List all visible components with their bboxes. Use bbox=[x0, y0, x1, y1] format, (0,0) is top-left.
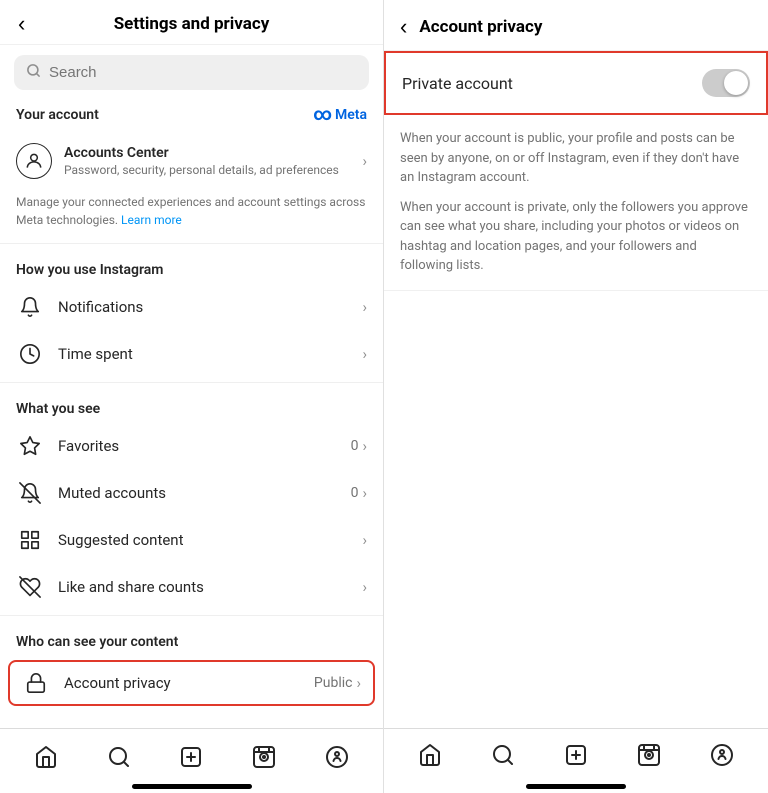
accounts-center-text: Accounts Center Password, security, pers… bbox=[64, 145, 362, 177]
nav-search[interactable] bbox=[95, 733, 143, 781]
meta-infinity-icon: ∞ bbox=[313, 104, 331, 125]
right-home-indicator bbox=[526, 784, 626, 789]
left-panel: ‹ Settings and privacy Your account ∞ Me… bbox=[0, 0, 384, 793]
account-privacy-item[interactable]: Account privacy Public › bbox=[8, 660, 375, 706]
muted-accounts-chevron: › bbox=[362, 484, 367, 502]
notifications-label: Notifications bbox=[58, 298, 362, 316]
muted-accounts-badge: 0 bbox=[351, 485, 359, 501]
favorites-chevron: › bbox=[362, 437, 367, 455]
right-content: Private account When your account is pub… bbox=[384, 51, 768, 728]
like-share-item[interactable]: Like and share counts › bbox=[0, 564, 383, 611]
left-bottom-nav bbox=[0, 728, 383, 784]
favorites-icon bbox=[16, 435, 44, 457]
muted-accounts-label: Muted accounts bbox=[58, 484, 351, 502]
left-content: Your account ∞ Meta Accounts Center Pass… bbox=[0, 45, 383, 728]
private-account-label: Private account bbox=[402, 74, 513, 93]
left-title: Settings and privacy bbox=[114, 14, 270, 34]
account-privacy-chevron: › bbox=[356, 674, 361, 692]
accounts-center-chevron: › bbox=[362, 152, 367, 170]
accounts-center-icon bbox=[16, 143, 52, 179]
meta-logo: ∞ Meta bbox=[313, 104, 367, 125]
suggested-content-chevron: › bbox=[362, 531, 367, 549]
suggested-content-icon bbox=[16, 529, 44, 551]
muted-accounts-item[interactable]: Muted accounts 0 › bbox=[0, 470, 383, 517]
account-privacy-label: Account privacy bbox=[64, 674, 314, 692]
suggested-content-item[interactable]: Suggested content › bbox=[0, 517, 383, 564]
time-spent-item[interactable]: Time spent › bbox=[0, 331, 383, 378]
learn-more-link[interactable]: Learn more bbox=[121, 213, 182, 227]
right-bottom-nav bbox=[384, 728, 768, 784]
who-can-see-label: Who can see your content bbox=[0, 620, 383, 656]
favorites-label: Favorites bbox=[58, 437, 351, 455]
privacy-description-2: When your account is private, only the f… bbox=[400, 198, 752, 276]
manage-text: Manage your connected experiences and ac… bbox=[0, 189, 383, 239]
divider-3 bbox=[0, 615, 383, 616]
notifications-chevron: › bbox=[362, 298, 367, 316]
like-share-icon bbox=[16, 576, 44, 598]
nav-profile[interactable] bbox=[313, 733, 361, 781]
accounts-center-name: Accounts Center bbox=[64, 145, 362, 161]
time-spent-label: Time spent bbox=[58, 345, 362, 363]
muted-accounts-icon bbox=[16, 482, 44, 504]
right-nav-reels[interactable] bbox=[637, 743, 661, 771]
how-you-use-label: How you use Instagram bbox=[0, 248, 383, 284]
left-home-indicator bbox=[132, 784, 252, 789]
accounts-center-subtitle: Password, security, personal details, ad… bbox=[64, 163, 362, 177]
private-account-row: Private account bbox=[384, 51, 768, 115]
your-account-row: Your account ∞ Meta bbox=[0, 100, 383, 133]
account-privacy-icon bbox=[22, 672, 50, 694]
notifications-icon bbox=[16, 296, 44, 318]
left-header: ‹ Settings and privacy bbox=[0, 0, 383, 45]
right-nav-add[interactable] bbox=[564, 743, 588, 771]
right-nav-profile[interactable] bbox=[710, 743, 734, 771]
right-nav-home[interactable] bbox=[418, 743, 442, 771]
like-share-label: Like and share counts bbox=[58, 578, 362, 596]
search-bar[interactable] bbox=[14, 55, 369, 90]
privacy-description-1: When your account is public, your profil… bbox=[400, 129, 752, 188]
favorites-badge: 0 bbox=[351, 438, 359, 454]
search-icon bbox=[26, 63, 41, 82]
left-back-button[interactable]: ‹ bbox=[12, 9, 31, 39]
accounts-center-item[interactable]: Accounts Center Password, security, pers… bbox=[0, 133, 383, 189]
what-you-see-label: What you see bbox=[0, 387, 383, 423]
nav-reels[interactable] bbox=[240, 733, 288, 781]
privacy-description: When your account is public, your profil… bbox=[384, 115, 768, 291]
divider-1 bbox=[0, 243, 383, 244]
like-share-chevron: › bbox=[362, 578, 367, 596]
divider-2 bbox=[0, 382, 383, 383]
favorites-item[interactable]: Favorites 0 › bbox=[0, 423, 383, 470]
right-panel: ‹ Account privacy Private account When y… bbox=[384, 0, 768, 793]
account-privacy-value: Public bbox=[314, 675, 353, 691]
nav-add[interactable] bbox=[167, 733, 215, 781]
right-title: Account privacy bbox=[419, 17, 542, 37]
search-input[interactable] bbox=[49, 64, 357, 81]
right-back-button[interactable]: ‹ bbox=[400, 14, 407, 40]
meta-text: Meta bbox=[335, 107, 367, 123]
private-account-toggle[interactable] bbox=[702, 69, 750, 97]
right-nav-search[interactable] bbox=[491, 743, 515, 771]
notifications-item[interactable]: Notifications › bbox=[0, 284, 383, 331]
time-spent-icon bbox=[16, 343, 44, 365]
nav-home[interactable] bbox=[22, 733, 70, 781]
suggested-content-label: Suggested content bbox=[58, 531, 362, 549]
right-header: ‹ Account privacy bbox=[384, 0, 768, 51]
time-spent-chevron: › bbox=[362, 345, 367, 363]
your-account-label: Your account bbox=[16, 107, 99, 123]
